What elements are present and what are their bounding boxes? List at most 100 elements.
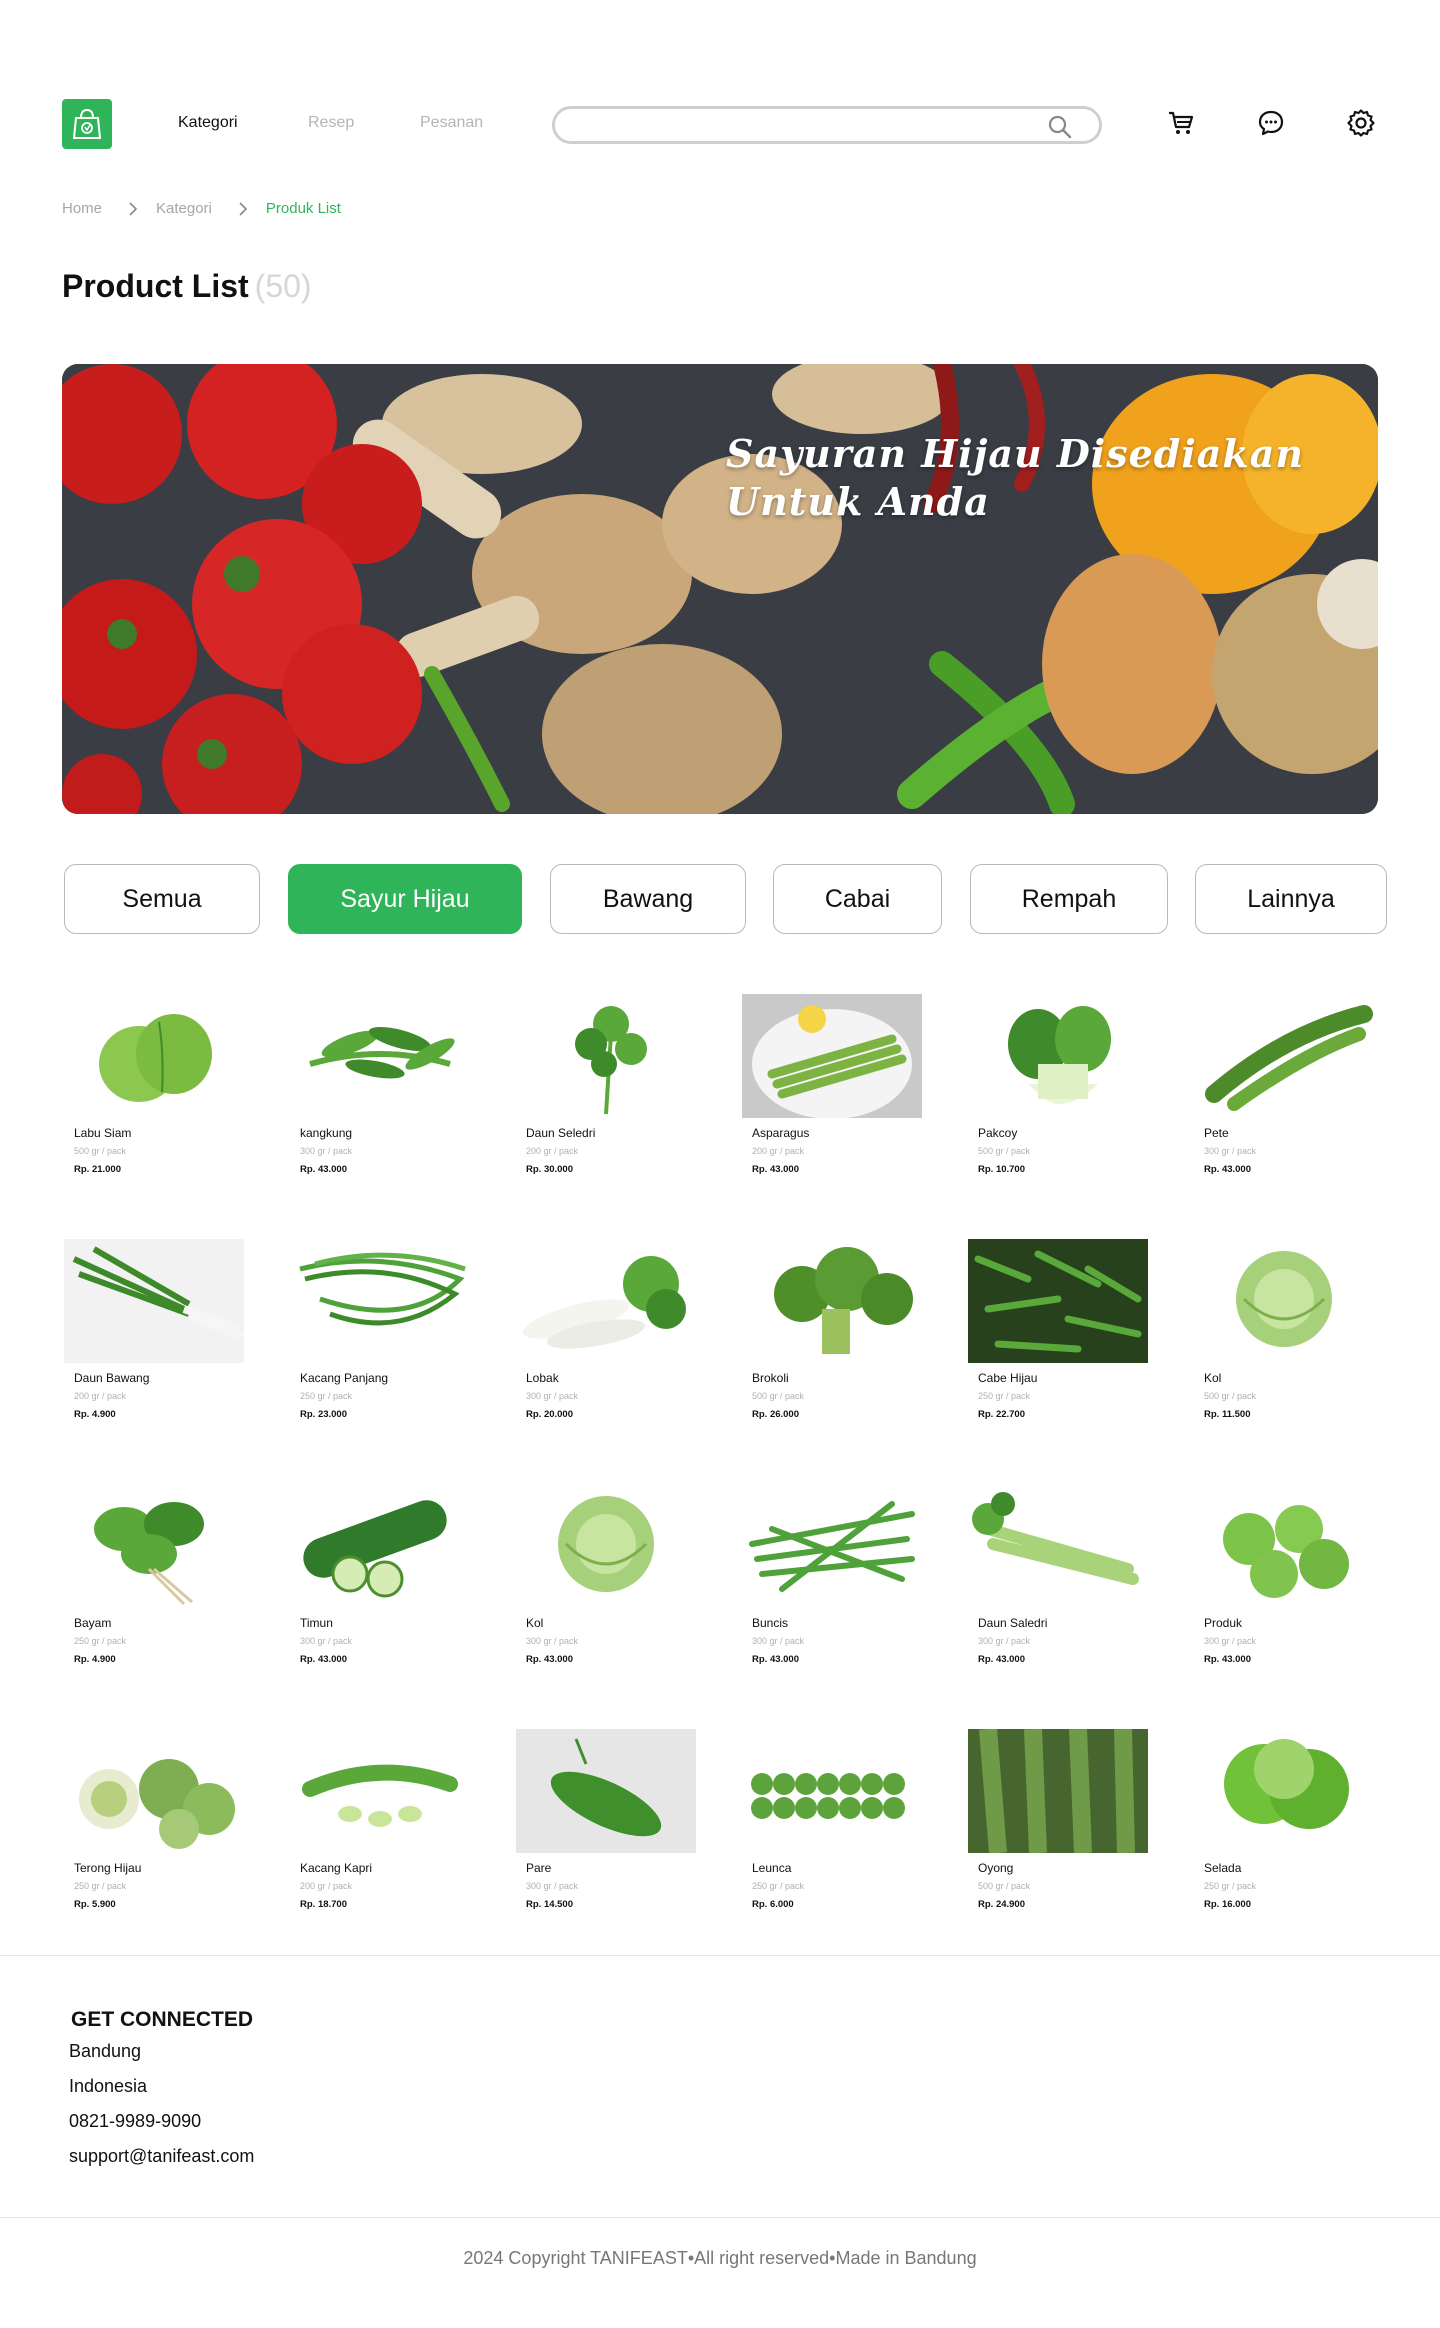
product-card[interactable]: Kol 500 gr / pack Rp. 11.500 — [1194, 1239, 1374, 1439]
product-card[interactable]: Kol 300 gr / pack Rp. 43.000 — [516, 1484, 696, 1684]
celery-leaf-image[interactable] — [516, 994, 696, 1118]
nav-kategori[interactable]: Kategori — [178, 114, 238, 132]
green-eggplant-image[interactable] — [64, 1729, 244, 1853]
product-price: Rp. 43.000 — [752, 1164, 799, 1175]
bitter-melon-image[interactable] — [516, 1729, 696, 1853]
product-card[interactable]: Pakcoy 500 gr / pack Rp. 10.700 — [968, 994, 1148, 1194]
product-card[interactable]: Leunca 250 gr / pack Rp. 6.000 — [742, 1729, 922, 1929]
cart-icon[interactable] — [1166, 108, 1196, 138]
search-icon[interactable] — [1047, 114, 1073, 145]
product-name: Daun Bawang — [74, 1371, 150, 1385]
product-card[interactable]: Brokoli 500 gr / pack Rp. 26.000 — [742, 1239, 922, 1439]
tab-bawang[interactable]: Bawang — [550, 864, 746, 934]
product-card[interactable]: Buncis 300 gr / pack Rp. 43.000 — [742, 1484, 922, 1684]
tanifeast-logo[interactable] — [62, 99, 112, 149]
product-name: Daun Saledri — [978, 1616, 1048, 1630]
product-price: Rp. 20.000 — [526, 1409, 573, 1420]
product-unit: 500 gr / pack — [978, 1146, 1031, 1156]
product-price: Rp. 18.700 — [300, 1899, 347, 1910]
nav-resep[interactable]: Resep — [308, 114, 354, 132]
water-spinach-image[interactable] — [290, 994, 470, 1118]
product-card[interactable]: Bayam 250 gr / pack Rp. 4.900 — [64, 1484, 244, 1684]
search-input[interactable] — [575, 109, 1055, 141]
breadcrumb: Home Kategori Produk List — [62, 200, 341, 217]
product-unit: 300 gr / pack — [1204, 1146, 1257, 1156]
product-card[interactable]: kangkung 300 gr / pack Rp. 43.000 — [290, 994, 470, 1194]
tab-semua[interactable]: Semua — [64, 864, 260, 934]
footer-phone[interactable]: 0821-9989-9090 — [69, 2111, 201, 2132]
chayote-image[interactable] — [64, 994, 244, 1118]
product-card[interactable]: Daun Saledri 300 gr / pack Rp. 43.000 — [968, 1484, 1148, 1684]
leunca-image[interactable] — [742, 1729, 922, 1853]
product-card[interactable]: Labu Siam 500 gr / pack Rp. 21.000 — [64, 994, 244, 1194]
product-name: Kol — [1204, 1371, 1222, 1385]
product-price: Rp. 43.000 — [752, 1654, 799, 1665]
banner-line-2: Untuk Anda — [726, 479, 990, 524]
product-price: Rp. 23.000 — [300, 1409, 347, 1420]
product-unit: 250 gr / pack — [300, 1391, 353, 1401]
lettuce-image[interactable] — [1194, 1729, 1374, 1853]
product-price: Rp. 43.000 — [526, 1654, 573, 1665]
product-name: Pete — [1204, 1126, 1229, 1140]
cucumber-image[interactable] — [290, 1484, 470, 1608]
snow-pea-image[interactable] — [290, 1729, 470, 1853]
shopping-bag-logo-icon — [72, 108, 102, 139]
search-bar — [552, 106, 1102, 144]
product-card[interactable]: Daun Seledri 200 gr / pack Rp. 30.000 — [516, 994, 696, 1194]
product-count: (50) — [254, 268, 312, 304]
asparagus-image[interactable] — [742, 994, 922, 1118]
product-unit: 500 gr / pack — [74, 1146, 127, 1156]
product-card[interactable]: Asparagus 200 gr / pack Rp. 43.000 — [742, 994, 922, 1194]
gear-icon[interactable] — [1346, 108, 1376, 138]
product-card[interactable]: Selada 250 gr / pack Rp. 16.000 — [1194, 1729, 1374, 1929]
product-card[interactable]: Produk 300 gr / pack Rp. 43.000 — [1194, 1484, 1374, 1684]
product-unit: 200 gr / pack — [752, 1146, 805, 1156]
cabbage-image[interactable] — [516, 1484, 696, 1608]
product-card[interactable]: Cabe Hijau 250 gr / pack Rp. 22.700 — [968, 1239, 1148, 1439]
product-name: Leunca — [752, 1861, 792, 1875]
bok-choy-image[interactable] — [968, 994, 1148, 1118]
breadcrumb-home[interactable]: Home — [62, 200, 102, 217]
product-card[interactable]: Daun Bawang 200 gr / pack Rp. 4.900 — [64, 1239, 244, 1439]
banner-line-1: Sayuran Hijau Disediakan — [726, 431, 1305, 476]
product-card[interactable]: Timun 300 gr / pack Rp. 43.000 — [290, 1484, 470, 1684]
tab-lainnya[interactable]: Lainnya — [1195, 864, 1387, 934]
tab-sayur-hijau[interactable]: Sayur Hijau — [288, 864, 522, 934]
stink-bean-image[interactable] — [1194, 994, 1374, 1118]
product-card[interactable]: Kacang Kapri 200 gr / pack Rp. 18.700 — [290, 1729, 470, 1929]
spinach-image[interactable] — [64, 1484, 244, 1608]
cabbage-image[interactable] — [1194, 1239, 1374, 1363]
green-tomato-image[interactable] — [1194, 1484, 1374, 1608]
product-price: Rp. 5.900 — [74, 1899, 116, 1910]
green-bean-image[interactable] — [742, 1484, 922, 1608]
product-price: Rp. 16.000 — [1204, 1899, 1251, 1910]
product-name: Terong Hijau — [74, 1861, 142, 1875]
product-card[interactable]: Lobak 300 gr / pack Rp. 20.000 — [516, 1239, 696, 1439]
tab-cabai[interactable]: Cabai — [773, 864, 942, 934]
broccoli-image[interactable] — [742, 1239, 922, 1363]
chevron-right-icon — [128, 201, 138, 217]
luffa-image[interactable] — [968, 1729, 1148, 1853]
long-bean-image[interactable] — [290, 1239, 470, 1363]
footer-email[interactable]: support@tanifeast.com — [69, 2146, 254, 2167]
radish-image[interactable] — [516, 1239, 696, 1363]
celery-stalk-image[interactable] — [968, 1484, 1148, 1608]
tab-rempah[interactable]: Rempah — [970, 864, 1168, 934]
product-card[interactable]: Pete 300 gr / pack Rp. 43.000 — [1194, 994, 1374, 1194]
scallion-image[interactable] — [64, 1239, 244, 1363]
product-unit: 300 gr / pack — [526, 1881, 579, 1891]
top-header: Kategori Resep Pesanan — [0, 0, 1440, 180]
chat-icon[interactable] — [1256, 108, 1286, 138]
product-unit: 250 gr / pack — [978, 1391, 1031, 1401]
product-card[interactable]: Pare 300 gr / pack Rp. 14.500 — [516, 1729, 696, 1929]
nav-pesanan[interactable]: Pesanan — [420, 114, 483, 132]
breadcrumb-kategori[interactable]: Kategori — [156, 200, 212, 217]
green-chili-image[interactable] — [968, 1239, 1148, 1363]
product-card[interactable]: Terong Hijau 250 gr / pack Rp. 5.900 — [64, 1729, 244, 1929]
product-card[interactable]: Kacang Panjang 250 gr / pack Rp. 23.000 — [290, 1239, 470, 1439]
page-title-text: Product List — [62, 268, 249, 304]
product-card[interactable]: Oyong 500 gr / pack Rp. 24.900 — [968, 1729, 1148, 1929]
product-price: Rp. 43.000 — [300, 1164, 347, 1175]
page-title: Product List (50) — [62, 268, 312, 305]
product-name: Selada — [1204, 1861, 1242, 1875]
